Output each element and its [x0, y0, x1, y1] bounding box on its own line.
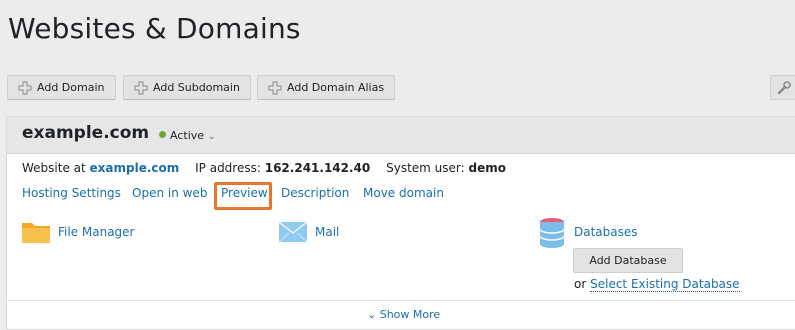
- settings-button[interactable]: [770, 75, 795, 100]
- add-subdomain-label: Add Subdomain: [153, 81, 240, 94]
- plus-icon: [134, 81, 148, 95]
- mail-icon: [278, 221, 308, 243]
- add-database-button[interactable]: Add Database: [573, 248, 683, 273]
- description-link[interactable]: Description: [281, 186, 349, 200]
- status-dropdown[interactable]: Active ⌄: [159, 129, 216, 142]
- ip-value: 162.241.142.40: [264, 161, 371, 175]
- databases-label[interactable]: Databases: [574, 225, 638, 239]
- show-more-label: Show More: [379, 308, 441, 321]
- card-footer: ⌄ Show More: [7, 300, 795, 330]
- select-existing-database-link[interactable]: Select Existing Database: [590, 277, 740, 292]
- page-title: Websites & Domains: [8, 12, 301, 45]
- status-label: Active: [170, 129, 205, 142]
- database-icon: [539, 218, 565, 248]
- show-more-button[interactable]: ⌄ Show More: [367, 308, 440, 321]
- chevron-down-icon: ⌄: [208, 132, 216, 142]
- wrench-icon: [777, 81, 791, 95]
- hosting-settings-link[interactable]: Hosting Settings: [22, 186, 121, 200]
- website-at-label: Website at: [22, 161, 86, 175]
- preview-highlight: [214, 182, 272, 210]
- plus-icon: [268, 81, 282, 95]
- add-subdomain-button[interactable]: Add Subdomain: [123, 75, 251, 100]
- domain-card: example.com Active ⌄ Website at example.c…: [6, 116, 795, 330]
- domain-info: Website at example.com IP address: 162.2…: [22, 161, 506, 175]
- folder-icon: [22, 223, 50, 243]
- add-domain-label: Add Domain: [37, 81, 105, 94]
- file-manager-label[interactable]: File Manager: [58, 225, 135, 239]
- system-user-label: System user:: [386, 161, 465, 175]
- ip-label: IP address:: [195, 161, 261, 175]
- system-user-value: demo: [468, 161, 506, 175]
- or-label: or: [574, 277, 587, 291]
- select-existing-db-line: or Select Existing Database: [574, 277, 740, 292]
- add-domain-alias-button[interactable]: Add Domain Alias: [257, 75, 395, 100]
- domain-name: example.com: [22, 123, 150, 143]
- website-link[interactable]: example.com: [90, 161, 180, 175]
- add-domain-button[interactable]: Add Domain: [7, 75, 116, 100]
- domain-card-header: example.com Active ⌄: [7, 117, 795, 154]
- mail-label[interactable]: Mail: [315, 225, 339, 239]
- status-dot-icon: [159, 131, 166, 138]
- open-in-web-link[interactable]: Open in web: [132, 186, 207, 200]
- chevron-down-icon: ⌄: [367, 308, 377, 321]
- plus-icon: [18, 81, 32, 95]
- move-domain-link[interactable]: Move domain: [363, 186, 444, 200]
- add-domain-alias-label: Add Domain Alias: [287, 81, 385, 94]
